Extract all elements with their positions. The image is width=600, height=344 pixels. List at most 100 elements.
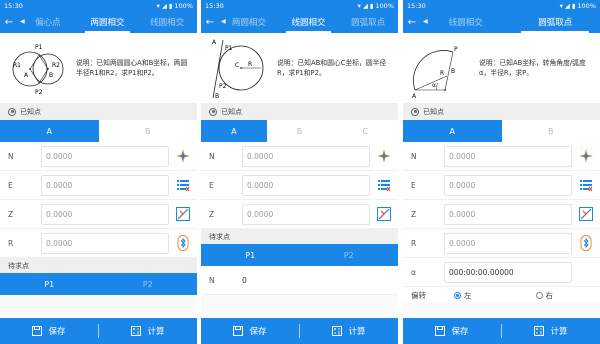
description: 说明：已知AB和圆心C坐标，圆半径 R，求P1和P2。 — [277, 59, 387, 77]
bluetooth-icon[interactable] — [578, 235, 594, 251]
tab-point-a[interactable]: A — [0, 120, 99, 142]
field-row-r: R 0.0000 — [403, 229, 600, 258]
status-time: 15:30 — [4, 1, 23, 10]
direction-right-radio[interactable]: 右 — [535, 290, 553, 301]
calculator-icon — [534, 326, 545, 336]
tab-line-circle-intersection[interactable]: 线圆相交 — [421, 11, 511, 33]
signal-icon: ◢ — [161, 1, 167, 10]
tab-result-p1[interactable]: P1 — [0, 273, 99, 295]
tab-line-circle-intersection[interactable]: 线圆相交 — [137, 11, 197, 33]
battery-icon: ▮ — [571, 1, 576, 10]
bluetooth-icon[interactable] — [175, 235, 191, 251]
n-input[interactable]: 0.0000 — [242, 145, 370, 167]
diagram-panel: P B R α A 说明：已知AB坐标，转角角度/弧度 α，半径R，求P。 — [403, 33, 600, 103]
calculate-button[interactable]: 计算 — [300, 325, 398, 337]
back-arrow-icon[interactable]: ← — [201, 11, 219, 33]
tab-arc-point[interactable]: 圆弧取点 — [338, 11, 398, 33]
tab-point-a[interactable]: A — [403, 120, 502, 142]
field-row-e: E 0.0000 — [201, 171, 398, 200]
field-row-e: E 0.0000 — [403, 171, 600, 200]
save-icon — [32, 326, 43, 336]
direction-label: 偏转 — [411, 290, 426, 300]
result-points-header: 待求点 — [0, 258, 197, 273]
tab-eccentric-point[interactable]: 偏心点 — [18, 11, 78, 33]
compass-icon[interactable] — [376, 148, 392, 164]
tab-result-p2[interactable]: P2 — [99, 273, 198, 295]
alpha-input[interactable]: 000:00:00.00000 — [444, 261, 572, 283]
diagram-panel: P1 P2 R1 R2 A B 说明：已知两圆圆心A和B坐标，两圆 半径R1和R… — [0, 33, 197, 103]
label-a: A — [24, 72, 29, 79]
target-icon — [8, 107, 16, 116]
label-p2: P2 — [219, 83, 227, 90]
label-r2: R2 — [52, 62, 60, 69]
label-a: A — [412, 93, 417, 100]
e-input[interactable]: 0.0000 — [41, 174, 169, 196]
save-button[interactable]: 保存 — [201, 325, 299, 337]
z-input[interactable]: 0.0000 — [444, 203, 572, 225]
e-input[interactable]: 0.0000 — [242, 174, 370, 196]
r-input[interactable]: 0.0000 — [41, 232, 169, 254]
label-p: P — [454, 46, 458, 53]
z-input[interactable]: 0.0000 — [41, 203, 169, 225]
back-arrow-icon[interactable]: ← — [0, 11, 18, 33]
bottom-action-bar: 保存 计算 — [201, 318, 398, 344]
tab-line-circle-intersection[interactable]: 线圆相交 — [279, 11, 339, 33]
line-circle-diagram: A P1 C R P2 B — [212, 39, 264, 100]
label-c: C — [235, 62, 239, 69]
back-arrow-icon[interactable]: ← — [403, 11, 421, 33]
e-input[interactable]: 0.0000 — [444, 174, 572, 196]
point-list-icon[interactable] — [175, 177, 191, 193]
arc-point-diagram: P B R α A — [412, 46, 458, 100]
tab-point-a[interactable]: A — [201, 120, 267, 142]
target-icon — [209, 107, 217, 116]
label-p1: P1 — [35, 44, 43, 51]
calculate-button[interactable]: 计算 — [502, 325, 600, 337]
label-r1: R1 — [13, 62, 21, 69]
radio-unchecked-icon — [535, 291, 543, 299]
tab-arc-point[interactable]: 圆弧取点 — [511, 11, 600, 33]
field-row-n: N 0.0000 — [0, 142, 197, 171]
save-button[interactable]: 保存 — [0, 325, 98, 337]
map-pick-icon[interactable] — [376, 206, 392, 222]
r-input[interactable]: 0.0000 — [444, 232, 572, 254]
wifi-icon: ▾ — [357, 1, 361, 10]
tab-point-b[interactable]: B — [502, 120, 600, 142]
field-row-e: E 0.0000 — [0, 171, 197, 200]
direction-row: 偏转 左 右 — [403, 287, 600, 303]
calculate-button[interactable]: 计算 — [99, 325, 197, 337]
compass-icon[interactable] — [175, 148, 191, 164]
tab-point-c[interactable]: C — [332, 120, 398, 142]
map-pick-icon[interactable] — [175, 206, 191, 222]
calculator-icon — [332, 326, 343, 336]
z-input[interactable]: 0.0000 — [242, 203, 370, 225]
known-point-tabs: A B — [0, 120, 197, 142]
tab-point-b[interactable]: B — [267, 120, 333, 142]
status-time: 15:30 — [205, 1, 224, 10]
tab-point-b[interactable]: B — [99, 120, 198, 142]
tab-result-p1[interactable]: P1 — [201, 244, 300, 266]
point-list-icon[interactable] — [578, 177, 594, 193]
result-point-tabs: P1 P2 — [0, 273, 197, 295]
n-input[interactable]: 0.0000 — [444, 145, 572, 167]
calculator-icon — [131, 326, 142, 336]
n-input[interactable]: 0.0000 — [41, 145, 169, 167]
wifi-icon: ▾ — [559, 1, 563, 10]
save-button[interactable]: 保存 — [403, 325, 501, 337]
tab-result-p2[interactable]: P2 — [300, 244, 399, 266]
label-r: R — [440, 70, 444, 77]
tab-two-circle-intersection[interactable]: 两圆相交 — [78, 11, 138, 33]
point-list-icon[interactable] — [376, 177, 392, 193]
known-points-header: 已知点 — [403, 103, 600, 120]
tab-two-circle-intersection[interactable]: 两圆相交 — [219, 11, 279, 33]
target-icon — [411, 107, 419, 116]
direction-left-radio[interactable]: 左 — [454, 290, 472, 301]
field-row-z: Z 0.0000 — [0, 200, 197, 229]
bottom-action-bar: 保存 计算 — [0, 318, 197, 344]
known-points-header: 已知点 — [201, 103, 398, 120]
toolbar: ← ◀ 线圆相交 圆弧取点 — [403, 11, 600, 33]
compass-icon[interactable] — [578, 148, 594, 164]
screen-two-circle-intersection: 15:30 ▾ ◢ ▮ 100% ← ◀ 偏心点 两圆相交 线圆相交 P1 P2… — [0, 0, 197, 344]
toolbar: ← ◀ 两圆相交 线圆相交 圆弧取点 — [201, 11, 398, 33]
known-points-header: 已知点 — [0, 103, 197, 120]
map-pick-icon[interactable] — [578, 206, 594, 222]
